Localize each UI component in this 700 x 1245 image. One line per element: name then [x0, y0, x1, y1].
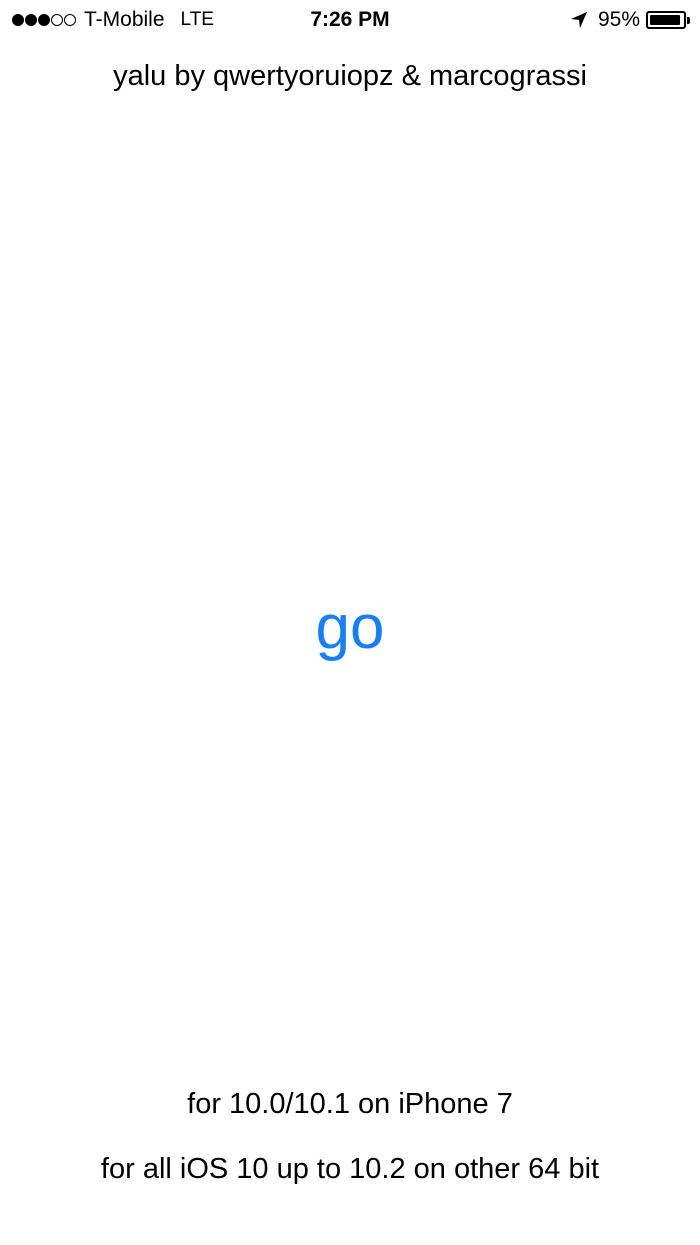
battery-icon [646, 11, 686, 29]
battery-tip [687, 16, 690, 24]
go-button[interactable]: go [270, 588, 430, 668]
support-text-iphone7: for 10.0/10.1 on iPhone 7 [187, 1088, 513, 1120]
location-arrow-icon [570, 12, 587, 28]
status-right-group: 95% [570, 6, 690, 34]
battery-fill [650, 15, 681, 25]
credits-title: yalu by qwertyoruiopz & marcograssi [113, 60, 587, 92]
status-bar: T-Mobile LTE 7:26 PM 95% [0, 0, 700, 40]
battery-percent: 95% [597, 8, 640, 31]
support-text-other-devices: for all iOS 10 up to 10.2 on other 64 bi… [100, 1153, 600, 1185]
